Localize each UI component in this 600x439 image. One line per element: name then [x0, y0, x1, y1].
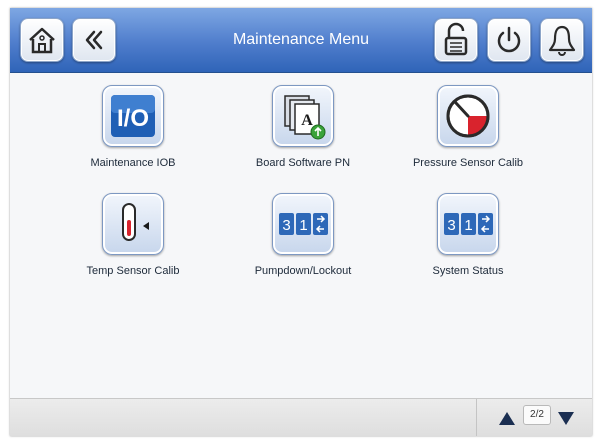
home-icon: [29, 27, 55, 54]
counter-digit: 1: [299, 217, 307, 234]
power-icon: [497, 26, 521, 53]
header-bar: Maintenance Menu: [10, 8, 592, 73]
page-down-arrow-icon[interactable]: [558, 412, 574, 425]
power-button[interactable]: [487, 18, 531, 62]
menu-item-system-status[interactable]: 3 1 System Status: [398, 193, 538, 277]
counter-digit: 1: [464, 217, 472, 234]
menu-grid: I/O Maintenance IOB A Board Software PN: [10, 73, 592, 398]
gauge-icon: [446, 94, 490, 138]
menu-item-label: Temp Sensor Calib: [86, 265, 180, 277]
lock-button[interactable]: [434, 18, 478, 62]
gauge-tile[interactable]: [437, 85, 499, 147]
counter-digit: 3: [447, 217, 455, 234]
menu-item-board-software-pn[interactable]: A Board Software PN: [233, 85, 373, 169]
thermometer-icon: [122, 203, 149, 241]
documents-tile[interactable]: A: [272, 85, 334, 147]
menu-item-maintenance-iob[interactable]: I/O Maintenance IOB: [63, 85, 203, 169]
alarm-button[interactable]: [540, 18, 584, 62]
io-tile-text: I/O: [117, 105, 149, 132]
back-button[interactable]: [72, 18, 116, 62]
thermometer-tile[interactable]: [102, 193, 164, 255]
footer-bar: 2/2: [10, 398, 592, 436]
page-up-arrow-icon[interactable]: [499, 412, 515, 425]
menu-item-label: Pressure Sensor Calib: [412, 157, 524, 169]
documents-icon: A: [284, 95, 326, 140]
menu-item-label: Pumpdown/Lockout: [254, 265, 352, 277]
io-icon: I/O: [111, 95, 155, 137]
page-indicator: 2/2: [523, 405, 551, 425]
bell-icon: [548, 25, 576, 56]
home-button[interactable]: [20, 18, 64, 62]
documents-tile-text: A: [301, 112, 313, 129]
menu-item-label: Board Software PN: [255, 157, 351, 169]
menu-item-pumpdown-lockout[interactable]: 3 1 Pumpdown/Lockout: [233, 193, 373, 277]
counter-digit: 3: [282, 217, 290, 234]
back-chevron-icon: [85, 30, 103, 50]
footer-divider: [476, 399, 477, 436]
counter-icon: 3 1: [444, 213, 493, 235]
counter-tile[interactable]: 3 1: [272, 193, 334, 255]
counter-icon: 3 1: [279, 213, 328, 235]
menu-item-label: Maintenance IOB: [90, 157, 176, 169]
menu-item-label: System Status: [432, 265, 504, 277]
menu-item-pressure-sensor-calib[interactable]: Pressure Sensor Calib: [398, 85, 538, 169]
io-tile[interactable]: I/O: [102, 85, 164, 147]
counter-tile[interactable]: 3 1: [437, 193, 499, 255]
unlocked-padlock-icon: [444, 22, 468, 56]
menu-item-temp-sensor-calib[interactable]: Temp Sensor Calib: [63, 193, 203, 277]
app-window: Maintenance Menu I/O Maintenance IOB A B…: [10, 8, 592, 436]
